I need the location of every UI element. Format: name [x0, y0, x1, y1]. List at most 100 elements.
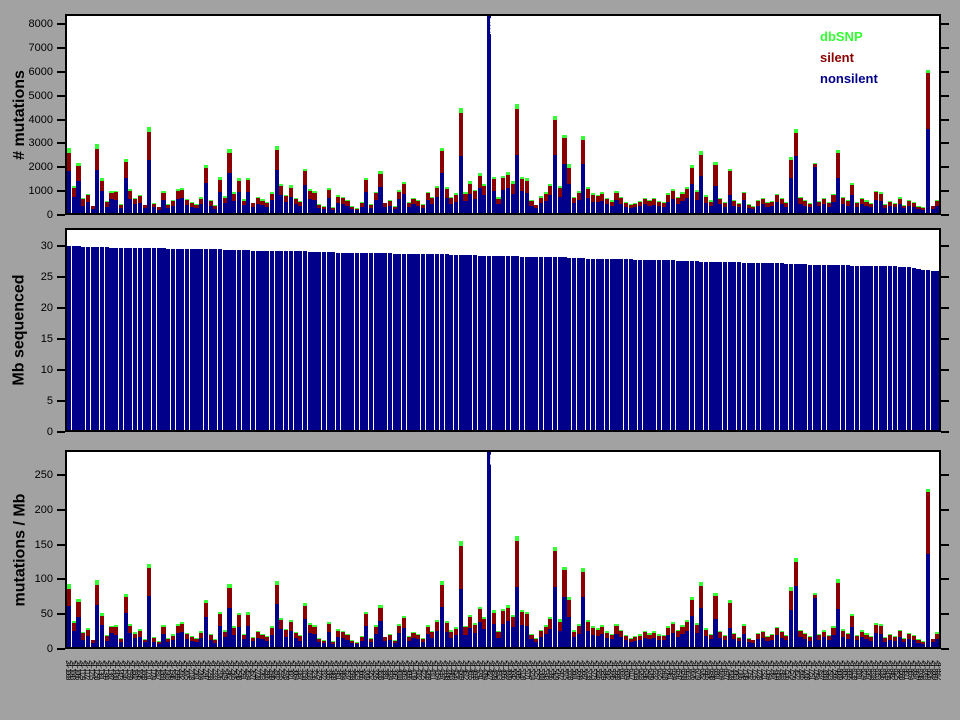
bar — [241, 452, 246, 647]
bar-segment — [472, 625, 477, 634]
bar-segment — [520, 179, 525, 192]
bar — [751, 452, 756, 647]
bar-segment — [906, 638, 912, 647]
bar-segment — [864, 639, 869, 647]
bar — [373, 16, 378, 213]
bar-segment — [321, 643, 326, 647]
bar-segment — [491, 190, 496, 213]
bar-segment — [553, 154, 558, 213]
bar — [184, 230, 190, 430]
bar — [515, 230, 520, 430]
bar — [260, 230, 265, 430]
bar — [463, 452, 468, 647]
bar — [463, 16, 468, 213]
bar-segment — [147, 248, 152, 430]
bar-segment — [67, 246, 72, 430]
bar-segment — [699, 175, 704, 213]
bar-segment — [90, 642, 95, 647]
bar-segment — [524, 626, 529, 647]
bar-segment — [420, 641, 426, 647]
bar — [708, 452, 713, 647]
bar — [472, 230, 477, 430]
bar — [864, 230, 869, 430]
bar-segment — [128, 625, 133, 633]
bar — [803, 452, 808, 647]
bar-segment — [845, 265, 850, 430]
bar-segment — [689, 616, 694, 647]
bar — [364, 16, 369, 213]
bar — [642, 230, 647, 430]
bar — [335, 16, 341, 213]
bar — [595, 452, 600, 647]
bar-segment — [708, 205, 713, 213]
bar — [793, 16, 798, 213]
bar-segment — [331, 251, 336, 430]
bar-segment — [751, 262, 756, 430]
bar-segment — [76, 616, 81, 647]
bar-segment — [694, 191, 699, 200]
bar-segment — [208, 249, 213, 430]
bar — [118, 16, 124, 213]
y-axis-tick-label: 150 — [34, 538, 53, 551]
bar — [109, 16, 114, 213]
bar-segment — [241, 639, 246, 647]
bar — [788, 16, 794, 213]
bar — [529, 16, 534, 213]
y-axis-tick-label: 5 — [46, 395, 53, 407]
bar — [345, 452, 350, 647]
bar-segment — [784, 264, 789, 430]
bar — [888, 16, 893, 213]
bar — [114, 452, 119, 647]
bar-segment — [520, 191, 525, 213]
bar-segment — [515, 256, 520, 430]
bar-segment — [689, 261, 694, 430]
bar — [704, 452, 709, 647]
bar-segment — [619, 637, 624, 647]
bar-segment — [435, 630, 440, 647]
bar — [911, 452, 916, 647]
bar-segment — [208, 205, 213, 213]
bar-segment — [477, 188, 482, 213]
bar — [246, 16, 251, 213]
bar — [326, 230, 331, 430]
bar — [335, 452, 341, 647]
bar — [142, 452, 147, 647]
bar — [534, 230, 539, 430]
bar — [293, 16, 298, 213]
bar — [930, 452, 935, 647]
bar-segment — [911, 206, 916, 213]
bar-segment — [553, 257, 558, 430]
bar-segment — [354, 252, 359, 430]
bar — [576, 452, 581, 647]
bar-segment — [406, 640, 411, 647]
bar — [831, 230, 836, 430]
bar-segment — [836, 265, 841, 430]
bar-segment — [741, 193, 746, 201]
bar — [704, 230, 709, 430]
bar-segment — [317, 251, 322, 430]
bar — [600, 16, 605, 213]
bar-segment — [482, 628, 487, 647]
bar-segment — [114, 192, 119, 201]
bar-segment — [118, 247, 124, 430]
bar — [76, 16, 81, 213]
bar-segment — [633, 207, 638, 213]
bar-segment — [921, 643, 926, 647]
bar — [477, 230, 482, 430]
bar — [137, 16, 142, 213]
bar-segment — [274, 150, 279, 170]
bar-segment — [354, 210, 359, 213]
bar-segment — [609, 639, 614, 647]
bar-segment — [373, 253, 378, 430]
bar — [590, 16, 595, 213]
bar — [397, 230, 402, 430]
bar-segment — [123, 247, 128, 430]
bar — [274, 452, 279, 647]
bar-segment — [925, 128, 930, 213]
bar-segment — [199, 638, 204, 647]
bar-segment — [350, 643, 355, 647]
bar — [430, 230, 435, 430]
bar — [510, 452, 515, 647]
bar — [184, 452, 190, 647]
bar — [203, 452, 208, 647]
